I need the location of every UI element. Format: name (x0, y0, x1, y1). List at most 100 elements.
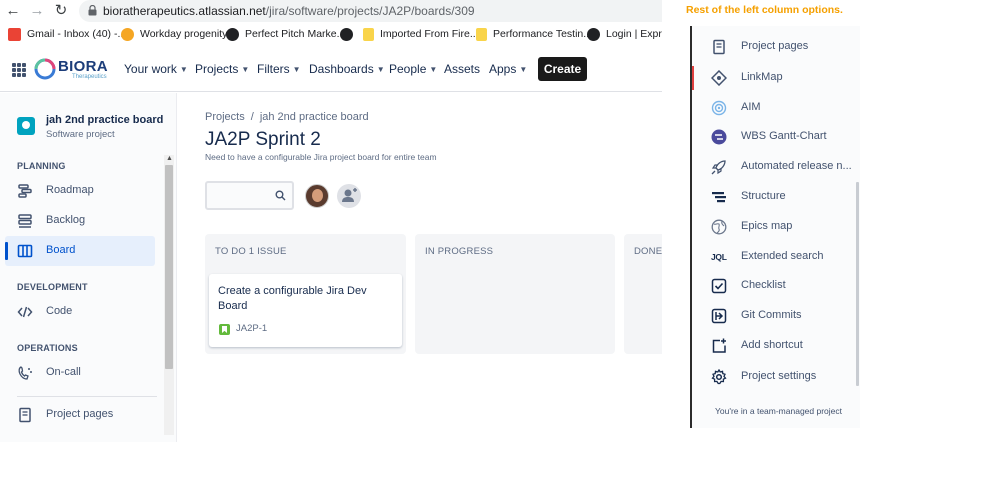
git-icon (711, 308, 727, 324)
panel-item-label: Automated release n... (741, 160, 852, 172)
sidebar-item-board[interactable]: Board (5, 236, 155, 266)
sidebar-item-roadmap[interactable]: Roadmap (5, 176, 155, 206)
panel-item-structure[interactable]: Structure (692, 184, 854, 210)
panel-item-checklist[interactable]: Checklist (692, 273, 854, 299)
bookmark-perfect-pitch[interactable]: Perfect Pitch Marke... (226, 26, 345, 42)
sidebar-item-on-call[interactable]: On-call (5, 358, 155, 388)
bookmarks-bar: Gmail - Inbox (40) -... Workday progenit… (0, 23, 662, 45)
url-host: bioratherapeutics.atlassian.net (103, 4, 266, 18)
panel-scrollbar[interactable] (856, 182, 859, 386)
bookmark-globe[interactable] (340, 26, 359, 42)
reload-icon[interactable]: ↻ (52, 2, 70, 20)
create-button[interactable]: Create (538, 57, 587, 81)
bookmark-gmail[interactable]: Gmail - Inbox (40) -... (8, 26, 126, 42)
forward-icon[interactable]: → (28, 2, 46, 20)
planning-heading: PLANNING (17, 161, 66, 171)
scroll-up-icon[interactable]: ▲ (166, 155, 173, 162)
project-avatar-icon (17, 117, 35, 135)
board-content: Projects / jah 2nd practice board JA2P Spr… (178, 93, 662, 442)
bookmark-workday[interactable]: Workday progenity (121, 26, 227, 42)
address-bar[interactable]: bioratherapeutics.atlassian.net/jira/sof… (79, 0, 662, 22)
annotation-caption: Rest of the left column options. (686, 4, 843, 16)
panel-item-automated-release[interactable]: Automated release n... (692, 154, 854, 180)
panel-item-label: Git Commits (741, 309, 802, 321)
chevron-down-icon: ▼ (241, 64, 250, 74)
sidebar-item-project-pages[interactable]: Project pages (5, 400, 155, 430)
panel-item-project-settings[interactable]: Project settings (692, 364, 854, 390)
sidebar-item-backlog[interactable]: Backlog (5, 206, 155, 236)
panel-item-label: Extended search (741, 250, 824, 262)
nav-apps[interactable]: Apps ▼ (489, 62, 527, 76)
nav-label: People (389, 62, 427, 76)
bookmark-label: Gmail - Inbox (40) -... (27, 28, 127, 40)
globe-icon (340, 27, 353, 41)
bookmark-label: Perfect Pitch Marke... (245, 28, 346, 40)
sidebar-item-label: Code (46, 305, 73, 317)
roadmap-icon (18, 184, 32, 198)
project-name[interactable]: jah 2nd practice board (46, 114, 163, 126)
sidebar-item-label: Roadmap (46, 184, 94, 196)
url-text: bioratherapeutics.atlassian.net/jira/sof… (103, 4, 475, 18)
back-icon[interactable]: ← (4, 2, 22, 20)
rocket-icon (711, 160, 726, 175)
nav-your-work[interactable]: Your work ▼ (124, 62, 188, 76)
panel-item-aim[interactable]: AIM (692, 95, 854, 121)
issue-key[interactable]: JA2P-1 (236, 323, 267, 334)
panel-item-linkmap[interactable]: LinkMap (692, 65, 854, 91)
browser-toolbar: ← → ↻ bioratherapeutics.atlassian.net/ji… (0, 0, 662, 22)
jira-window: ← → ↻ bioratherapeutics.atlassian.net/ji… (0, 0, 662, 442)
nav-people[interactable]: People ▼ (389, 62, 437, 76)
panel-item-epics-map[interactable]: Epics map (692, 214, 854, 240)
page-icon (19, 407, 31, 423)
user-avatar[interactable] (305, 184, 329, 208)
search-icon (275, 190, 286, 201)
panel-item-label: Checklist (741, 279, 786, 291)
globe-icon (711, 219, 727, 235)
nav-dashboards[interactable]: Dashboards ▼ (309, 62, 385, 76)
nav-label: Filters (257, 62, 290, 76)
code-icon (17, 306, 33, 318)
issue-card[interactable]: Create a configurable Jira Dev Board JA2… (209, 274, 402, 347)
nav-assets[interactable]: Assets (444, 62, 480, 76)
sidebar-item-label: On-call (46, 366, 81, 378)
bookmark-label: Workday progenity (140, 28, 228, 40)
panel-item-extended-search[interactable]: JQL Extended search (692, 244, 854, 270)
nav-projects[interactable]: Projects ▼ (195, 62, 249, 76)
story-icon (219, 324, 230, 335)
logo-mark-icon (34, 58, 56, 80)
nav-label: Apps (489, 62, 517, 76)
linkmap-icon (711, 70, 727, 86)
bookmark-folder-imported[interactable]: Imported From Fire... (363, 26, 479, 42)
logo-name: BIORA (58, 58, 108, 75)
nav-filters[interactable]: Filters ▼ (257, 62, 301, 76)
sidebar-item-code[interactable]: Code (5, 297, 155, 327)
add-person-icon (342, 188, 357, 202)
add-people-button[interactable] (337, 184, 361, 208)
sidebar-item-label: Board (46, 244, 76, 256)
bookmark-folder-performance[interactable]: Performance Testin... (476, 26, 592, 42)
panel-item-project-pages[interactable]: Project pages (692, 34, 854, 60)
breadcrumb-project[interactable]: jah 2nd practice board (260, 111, 369, 123)
sidebar-item-label: Project pages (46, 408, 114, 420)
project-sidebar: jah 2nd practice board Software project … (0, 93, 177, 442)
bookmark-login-express[interactable]: Login | Express (587, 26, 662, 42)
structure-icon (712, 192, 726, 203)
panel-item-wbs-gantt[interactable]: WBS Gantt-Chart (692, 124, 854, 150)
backlog-icon (18, 214, 32, 228)
column-title: IN PROGRESS (425, 246, 494, 257)
board-search-input[interactable] (205, 181, 294, 210)
nav-label: Dashboards (309, 62, 374, 76)
aim-icon (711, 100, 727, 116)
sidebar-item-label: Backlog (46, 214, 86, 226)
app-switcher-icon[interactable] (12, 63, 26, 77)
biora-logo[interactable]: BIORA Therapeutics (34, 56, 108, 84)
gantt-icon (711, 129, 727, 145)
panel-item-git-commits[interactable]: Git Commits (692, 303, 854, 329)
issue-summary: Create a configurable Jira Dev Board (218, 285, 367, 312)
sidebar-scrollbar-thumb[interactable] (165, 165, 173, 369)
team-managed-note: You're in a team-managed project (715, 406, 842, 416)
gear-icon (711, 369, 727, 385)
url-path: /jira/software/projects/JA2P/boards/309 (265, 4, 475, 18)
panel-item-add-shortcut[interactable]: Add shortcut (692, 333, 854, 359)
breadcrumb-projects[interactable]: Projects (205, 111, 245, 123)
